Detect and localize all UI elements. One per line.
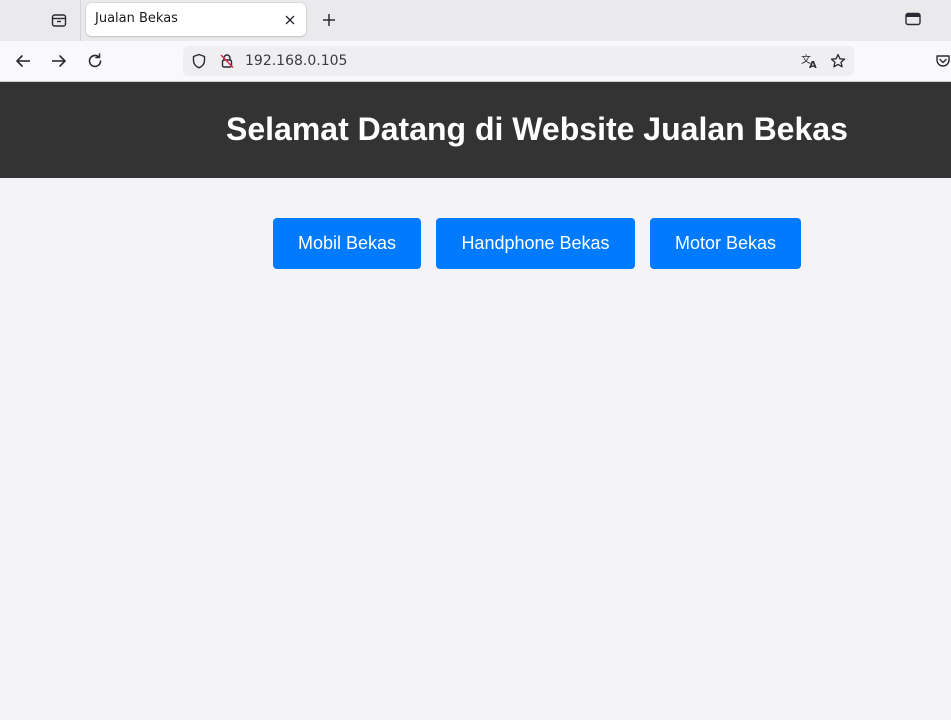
motor-bekas-button[interactable]: Motor Bekas	[650, 218, 801, 269]
address-bar[interactable]: 192.168.0.105 文 A	[183, 46, 854, 76]
site-header: Selamat Datang di Website Jualan Bekas	[0, 82, 951, 178]
tab-list-icon[interactable]	[47, 8, 71, 32]
arrow-left-icon[interactable]	[10, 48, 36, 74]
page-title: Selamat Datang di Website Jualan Bekas	[226, 111, 848, 147]
mobil-bekas-button[interactable]: Mobil Bekas	[273, 218, 421, 269]
arrow-right-icon[interactable]	[46, 48, 72, 74]
reload-icon[interactable]	[82, 48, 108, 74]
navigation-toolbar: 192.168.0.105 文 A	[0, 41, 951, 82]
insecure-lock-icon[interactable]	[218, 52, 236, 70]
plus-icon[interactable]	[317, 8, 341, 32]
tab-jualan-bekas[interactable]: Jualan Bekas	[86, 3, 306, 36]
translate-icon[interactable]: 文 A	[801, 52, 819, 70]
tab-title: Jualan Bekas	[95, 11, 178, 26]
pocket-icon[interactable]	[930, 48, 951, 74]
tab-separator	[80, 0, 81, 41]
handphone-bekas-button[interactable]: Handphone Bekas	[436, 218, 635, 269]
tab-strip: Jualan Bekas	[0, 0, 951, 41]
close-icon[interactable]	[282, 12, 298, 28]
shield-icon[interactable]	[190, 52, 208, 70]
svg-text:A: A	[809, 60, 817, 69]
window-icon[interactable]	[901, 8, 925, 30]
url-text[interactable]: 192.168.0.105	[245, 53, 347, 69]
star-icon[interactable]	[829, 52, 847, 70]
